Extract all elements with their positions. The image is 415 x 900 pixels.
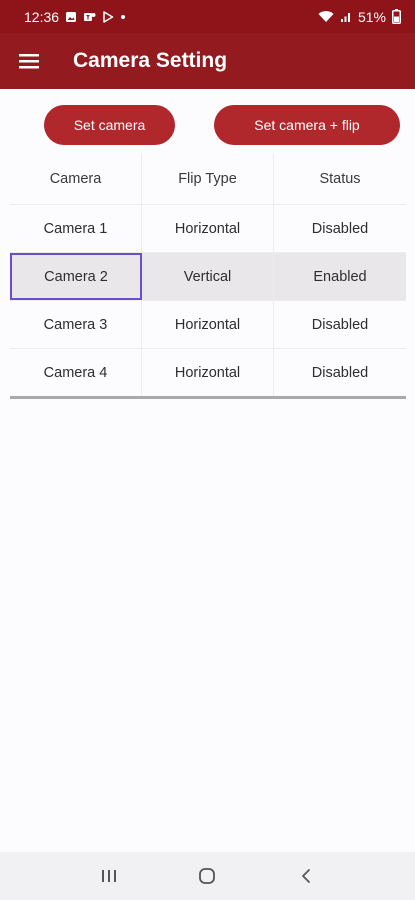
status-bar: 12:36 51% [0, 0, 415, 33]
wifi-icon [318, 10, 334, 23]
more-notifications-dot-icon [120, 14, 126, 20]
camera-name-cell[interactable]: Camera 4 [10, 349, 142, 396]
camera-table: Camera Flip Type Status Camera 1 Horizon… [10, 154, 406, 399]
table-row[interactable]: Camera 1 Horizontal Disabled [10, 204, 406, 252]
app-bar: Camera Setting [0, 33, 415, 89]
table-bottom-divider [10, 396, 406, 399]
table-row-selected[interactable]: Camera 2 Vertical Enabled [10, 252, 406, 300]
flip-type-cell[interactable]: Vertical [142, 253, 274, 300]
flip-type-cell[interactable]: Horizontal [142, 205, 274, 252]
battery-icon [392, 9, 401, 24]
camera-name-cell[interactable]: Camera 1 [10, 205, 142, 252]
status-left: 12:36 [24, 9, 126, 25]
header-status: Status [319, 171, 361, 187]
back-icon[interactable] [286, 856, 326, 896]
status-time: 12:36 [24, 8, 60, 25]
status-cell[interactable]: Enabled [274, 253, 406, 300]
system-nav-bar [0, 852, 415, 900]
camera-name-cell[interactable]: Camera 3 [10, 301, 142, 348]
camera-name-cell-focused[interactable]: Camera 2 [10, 253, 142, 300]
page-title: Camera Setting [73, 49, 228, 72]
header-camera: Camera [10, 154, 142, 204]
gallery-notification-icon [65, 11, 77, 23]
set-camera-flip-button[interactable]: Set camera + flip [214, 105, 400, 145]
header-flip-type: Flip Type [142, 154, 274, 204]
status-cell[interactable]: Disabled [274, 205, 406, 252]
flip-type-cell[interactable]: Horizontal [142, 301, 274, 348]
play-store-notification-icon [102, 10, 114, 23]
hamburger-menu-icon[interactable] [0, 33, 58, 89]
flip-type-cell[interactable]: Horizontal [142, 349, 274, 396]
home-icon[interactable] [187, 856, 227, 896]
set-camera-button[interactable]: Set camera [44, 105, 175, 145]
battery-percentage: 51% [357, 8, 386, 25]
teams-notification-icon [83, 11, 96, 23]
status-cell[interactable]: Disabled [274, 349, 406, 396]
table-header-row: Camera Flip Type Status [10, 154, 406, 204]
signal-icon [340, 11, 352, 23]
status-right: 51% [318, 9, 401, 25]
table-row[interactable]: Camera 4 Horizontal Disabled [10, 348, 406, 396]
recent-apps-icon[interactable] [89, 856, 129, 896]
status-cell[interactable]: Disabled [274, 301, 406, 348]
table-row[interactable]: Camera 3 Horizontal Disabled [10, 300, 406, 348]
